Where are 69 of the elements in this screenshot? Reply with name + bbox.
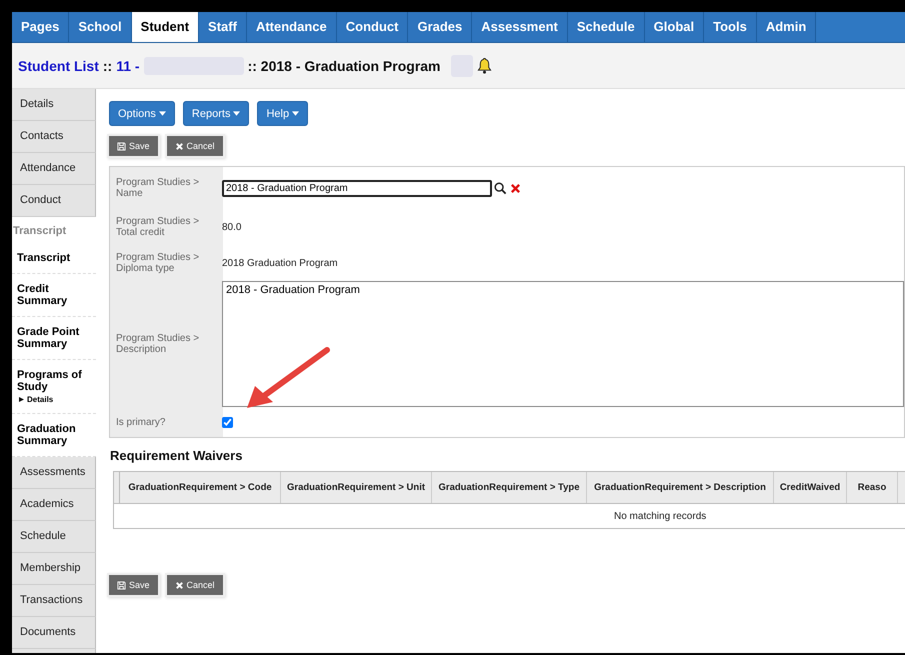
save-icon xyxy=(117,142,126,150)
field-label: Program Studies > Total credit xyxy=(116,216,200,238)
field-label: Program Studies > Diploma type xyxy=(116,252,200,274)
column-header[interactable]: GraduationRequirement > Unit xyxy=(281,472,432,503)
sidebar-tab[interactable]: Documents xyxy=(12,617,96,649)
column-header[interactable]: CreditWaived xyxy=(774,472,847,503)
menu-button[interactable]: Help xyxy=(257,101,308,126)
sidebar-tab[interactable]: Contacts xyxy=(12,121,96,153)
field-label: Program Studies > Name xyxy=(116,177,200,199)
sidebar-tab[interactable]: Schedule xyxy=(12,521,96,553)
nav-tab[interactable]: Global xyxy=(644,12,704,42)
column-header[interactable]: Reaso xyxy=(847,472,898,503)
nav-tab[interactable]: Assessment xyxy=(472,12,568,42)
caret-icon xyxy=(292,111,300,116)
sidebar-tab[interactable]: Transactions xyxy=(12,585,96,617)
nav-tab[interactable]: Tools xyxy=(704,12,757,42)
menu-button[interactable]: Reports xyxy=(182,101,250,126)
sidebar-link[interactable]: Grade Point Summary xyxy=(17,326,92,350)
sidebar-link[interactable]: Programs of Study xyxy=(17,369,92,393)
field-label: Program Studies > Description xyxy=(116,333,200,355)
nav-tab[interactable]: Grades xyxy=(408,12,472,42)
page-title: :: 2018 - Graduation Program xyxy=(248,58,441,74)
column-header[interactable]: GraduationRequirement > Description xyxy=(587,472,774,503)
field-value: 2018 Graduation Program xyxy=(222,258,338,268)
breadcrumb-separator: :: xyxy=(102,58,112,74)
name-input-field[interactable]: 2018 - Graduation Program xyxy=(222,180,492,196)
sidebar-tab[interactable]: Membership xyxy=(12,553,96,585)
sidebar-tab[interactable]: Academics xyxy=(12,489,96,521)
nav-tab[interactable]: School xyxy=(69,12,132,42)
sidebar-tab[interactable]: Assessments xyxy=(12,457,96,489)
clear-icon[interactable] xyxy=(510,182,521,194)
menu-button[interactable]: Options xyxy=(109,101,175,126)
nav-tab[interactable]: Conduct xyxy=(336,12,408,42)
primary-checkbox[interactable] xyxy=(222,416,233,428)
nav-tab[interactable]: Admin xyxy=(756,12,816,42)
sidebar-link[interactable]: Graduation Summary xyxy=(17,423,92,447)
section-title: Requirement Waivers xyxy=(110,448,244,463)
nav-tab[interactable]: Student xyxy=(132,12,200,42)
save-icon xyxy=(117,580,126,590)
action-button[interactable]: Cancel xyxy=(166,575,223,595)
close-icon xyxy=(174,580,184,590)
sidebar-link[interactable]: Transcript xyxy=(17,252,92,264)
column-header[interactable]: GraduationRequirement > Type xyxy=(432,472,587,503)
sidebar-tab[interactable]: Conduct xyxy=(12,185,96,217)
caret-icon xyxy=(158,111,166,116)
breadcrumb-link[interactable]: 11 - xyxy=(116,58,140,74)
sidebar-heading: Transcript xyxy=(12,224,68,239)
sidebar-sublink[interactable]: Details xyxy=(27,395,54,404)
column-header[interactable]: GraduationRequirement > Code xyxy=(120,472,281,503)
caret-icon xyxy=(233,111,240,116)
empty-message: No matching records xyxy=(614,510,706,522)
close-icon xyxy=(174,142,184,150)
nav-tab[interactable]: Attendance xyxy=(246,12,337,42)
action-button[interactable]: Save xyxy=(109,575,158,595)
sidebar-tab[interactable]: Details xyxy=(12,89,96,121)
nav-tab[interactable]: Schedule xyxy=(568,12,645,42)
search-icon[interactable] xyxy=(494,182,507,194)
action-button[interactable]: Cancel xyxy=(166,136,223,156)
triangle-icon xyxy=(19,397,24,402)
action-button[interactable]: Save xyxy=(109,136,158,156)
sidebar-link[interactable]: Credit Summary xyxy=(17,283,92,307)
breadcrumb-link[interactable]: Student List xyxy=(18,58,99,74)
sidebar-tab[interactable]: Attendance xyxy=(12,153,96,185)
description-field[interactable]: 2018 - Graduation Program xyxy=(222,281,904,407)
nav-tab[interactable]: Staff xyxy=(199,12,247,42)
field-label: Is primary? xyxy=(116,416,166,428)
field-value: 80.0 xyxy=(222,222,242,232)
nav-tab[interactable]: Pages xyxy=(12,12,70,42)
bell-icon[interactable] xyxy=(476,57,492,74)
